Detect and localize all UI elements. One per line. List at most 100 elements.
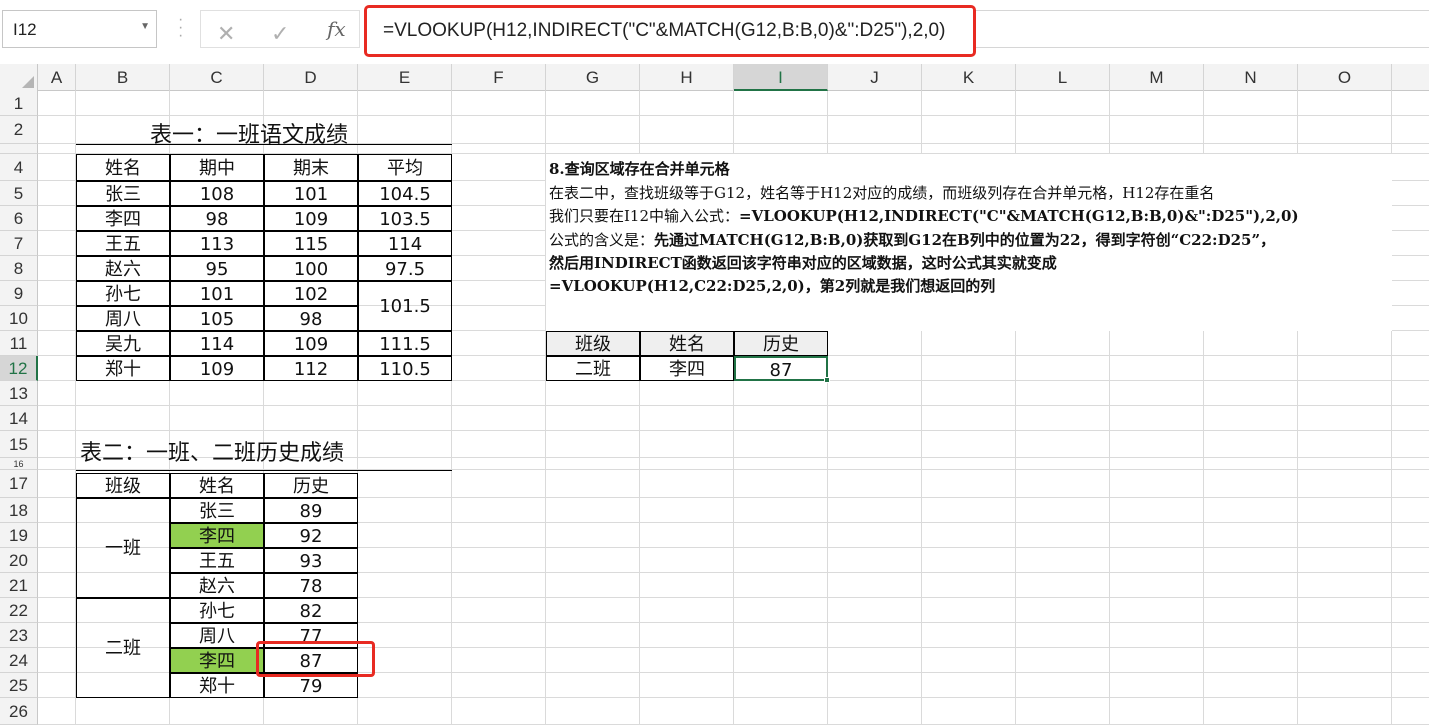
table1-cell[interactable]: 95 xyxy=(170,256,264,281)
table1-cell[interactable]: 101 xyxy=(170,281,264,306)
row-header-15[interactable]: 15 xyxy=(0,431,38,458)
row-header-7[interactable]: 7 xyxy=(0,231,38,256)
column-header-K[interactable]: K xyxy=(922,64,1016,91)
table1-cell[interactable]: 110.5 xyxy=(358,356,452,381)
column-header-N[interactable]: N xyxy=(1204,64,1298,91)
chevron-down-icon[interactable]: ▼ xyxy=(140,21,150,32)
table2-score-cell[interactable]: 89 xyxy=(264,498,358,523)
row-header-8[interactable]: 8 xyxy=(0,256,38,281)
lookup-value-cell[interactable]: 李四 xyxy=(640,356,734,381)
row-header-17[interactable]: 17 xyxy=(0,470,38,498)
column-header-M[interactable]: M xyxy=(1110,64,1204,91)
insert-function-icon[interactable]: fx xyxy=(327,17,346,41)
table1-cell[interactable]: 李四 xyxy=(76,206,170,231)
lookup-value-cell[interactable]: 二班 xyxy=(546,356,640,381)
formula-input-extension[interactable] xyxy=(976,10,1429,48)
table2-score-cell[interactable]: 92 xyxy=(264,523,358,548)
row-header-14[interactable]: 14 xyxy=(0,406,38,431)
table1-cell[interactable]: 109 xyxy=(264,206,358,231)
table2-score-cell[interactable]: 82 xyxy=(264,598,358,623)
table1-cell[interactable]: 周八 xyxy=(76,306,170,331)
table2-score-cell[interactable]: 93 xyxy=(264,548,358,573)
cancel-icon[interactable]: ✕ xyxy=(217,21,235,47)
select-all-button[interactable] xyxy=(0,64,38,91)
table1-cell[interactable]: 赵六 xyxy=(76,256,170,281)
table2-name-cell[interactable]: 郑十 xyxy=(170,673,264,698)
table1-cell[interactable]: 112 xyxy=(264,356,358,381)
table2-name-cell[interactable]: 赵六 xyxy=(170,573,264,598)
row-header-20[interactable]: 20 xyxy=(0,548,38,573)
table1-cell[interactable]: 104.5 xyxy=(358,181,452,206)
table1-cell[interactable]: 王五 xyxy=(76,231,170,256)
worksheet[interactable]: ABCDEFGHIJKLMNO 1 2 4 5 6 7 8 9 10 11 12 13 14 15 16 17… xyxy=(0,62,1429,725)
row-header-12[interactable]: 12 xyxy=(0,356,38,381)
drag-handle-icon[interactable]: · · · xyxy=(178,12,184,44)
table2-name-cell[interactable]: 李四 xyxy=(170,523,264,548)
table1-merged-average-cell[interactable]: 101.5 xyxy=(358,281,452,331)
row-header-23[interactable]: 23 xyxy=(0,623,38,648)
table2-name-cell[interactable]: 孙七 xyxy=(170,598,264,623)
table2-name-cell[interactable]: 王五 xyxy=(170,548,264,573)
table2-class1-merged-cell[interactable]: 一班 xyxy=(76,498,170,598)
row-header-22[interactable]: 22 xyxy=(0,598,38,623)
table1-cell[interactable]: 113 xyxy=(170,231,264,256)
row-header-10[interactable]: 10 xyxy=(0,306,38,331)
selected-cell-I12[interactable]: 87 xyxy=(734,356,828,381)
table1-cell[interactable]: 109 xyxy=(264,331,358,356)
row-header-26[interactable]: 26 xyxy=(0,698,38,725)
column-header-H[interactable]: H xyxy=(640,64,734,91)
table1-cell[interactable]: 吴九 xyxy=(76,331,170,356)
row-header-1[interactable]: 1 xyxy=(0,91,38,116)
row-header-9[interactable]: 9 xyxy=(0,281,38,306)
enter-check-icon[interactable]: ✓ xyxy=(271,21,289,47)
table1-cell[interactable]: 98 xyxy=(264,306,358,331)
table2-name-cell[interactable]: 张三 xyxy=(170,498,264,523)
table1-cell[interactable]: 张三 xyxy=(76,181,170,206)
row-header-18[interactable]: 18 xyxy=(0,498,38,523)
table2-name-cell[interactable]: 李四 xyxy=(170,648,264,673)
table1-cell[interactable]: 115 xyxy=(264,231,358,256)
row-header-21[interactable]: 21 xyxy=(0,573,38,598)
table1-cell[interactable]: 孙七 xyxy=(76,281,170,306)
row-header-4[interactable]: 4 xyxy=(0,154,38,181)
table1-cell[interactable]: 114 xyxy=(358,231,452,256)
fill-handle[interactable] xyxy=(824,377,830,383)
table2-class2-merged-cell[interactable]: 二班 xyxy=(76,598,170,698)
row-header-25[interactable]: 25 xyxy=(0,673,38,698)
table1-cell[interactable]: 103.5 xyxy=(358,206,452,231)
table1-cell[interactable]: 98 xyxy=(170,206,264,231)
column-header-A[interactable]: A xyxy=(38,64,76,91)
row-header-3[interactable] xyxy=(0,144,38,154)
row-header-16[interactable]: 16 xyxy=(0,458,38,470)
column-header-L[interactable]: L xyxy=(1016,64,1110,91)
table2-name-cell[interactable]: 周八 xyxy=(170,623,264,648)
table2-score-cell[interactable]: 78 xyxy=(264,573,358,598)
row-header-6[interactable]: 6 xyxy=(0,206,38,231)
table1-cell[interactable]: 108 xyxy=(170,181,264,206)
row-header-2[interactable]: 2 xyxy=(0,116,38,144)
table1-cell[interactable]: 100 xyxy=(264,256,358,281)
column-header-G[interactable]: G xyxy=(546,64,640,91)
table1-cell[interactable]: 102 xyxy=(264,281,358,306)
row-header-11[interactable]: 11 xyxy=(0,331,38,356)
formula-input[interactable]: =VLOOKUP(H12,INDIRECT("C"&MATCH(G12,B:B,… xyxy=(364,5,976,57)
column-header-C[interactable]: C xyxy=(170,64,264,91)
column-header-F[interactable]: F xyxy=(452,64,546,91)
table1-cell[interactable]: 郑十 xyxy=(76,356,170,381)
table1-cell[interactable]: 97.5 xyxy=(358,256,452,281)
row-header-13[interactable]: 13 xyxy=(0,381,38,406)
table1-cell[interactable]: 105 xyxy=(170,306,264,331)
column-header-J[interactable]: J xyxy=(828,64,922,91)
column-header-O[interactable]: O xyxy=(1298,64,1392,91)
column-header-D[interactable]: D xyxy=(264,64,358,91)
table1-cell[interactable]: 101 xyxy=(264,181,358,206)
row-header-19[interactable]: 19 xyxy=(0,523,38,548)
table1-cell[interactable]: 109 xyxy=(170,356,264,381)
row-header-24[interactable]: 24 xyxy=(0,648,38,673)
table1-cell[interactable]: 111.5 xyxy=(358,331,452,356)
name-box[interactable]: I12 ▼ xyxy=(2,10,157,48)
column-header-I[interactable]: I xyxy=(734,64,828,91)
column-header-B[interactable]: B xyxy=(76,64,170,91)
row-header-5[interactable]: 5 xyxy=(0,181,38,206)
column-header-E[interactable]: E xyxy=(358,64,452,91)
